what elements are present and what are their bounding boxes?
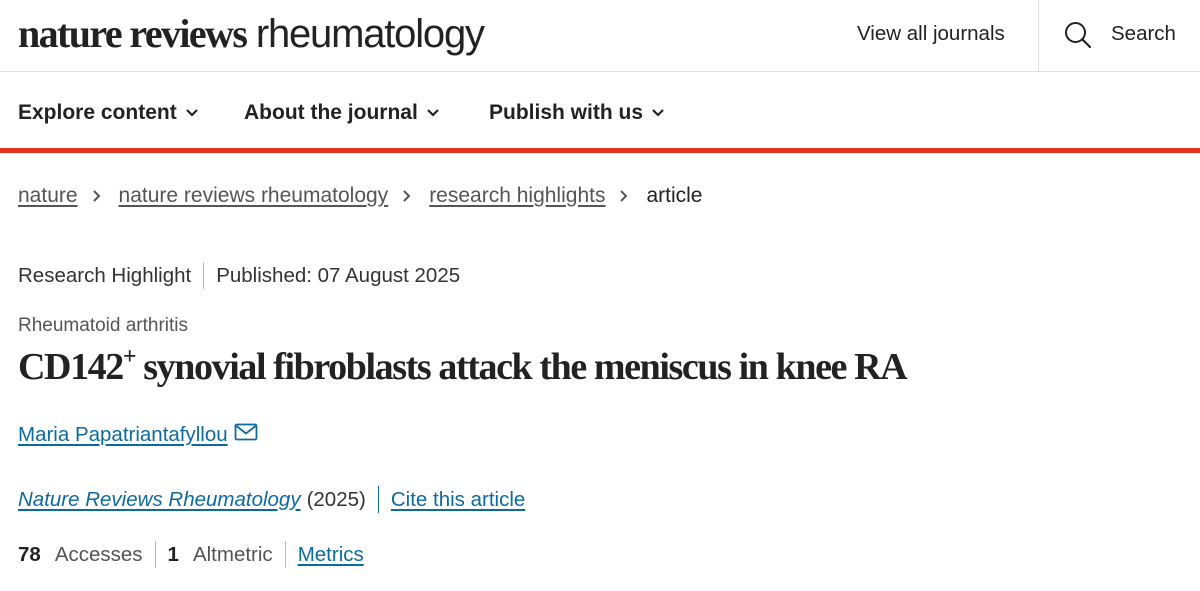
breadcrumb-current: article <box>646 184 703 207</box>
chevron-down-icon <box>652 109 664 117</box>
chevron-right-icon <box>620 190 628 202</box>
breadcrumb-research-highlights[interactable]: research highlights <box>429 184 605 208</box>
email-icon[interactable] <box>234 423 258 441</box>
search-icon <box>1065 22 1092 49</box>
menu-item-label: Explore content <box>18 101 177 124</box>
title-prefix: CD142 <box>18 346 124 388</box>
author-line: Maria Papatriantafyllou <box>18 423 258 447</box>
search-button[interactable]: Search <box>1038 0 1200 71</box>
publication-year: (2025) <box>306 487 366 511</box>
menu-item-label: About the journal <box>244 101 418 124</box>
author-link[interactable]: Maria Papatriantafyllou <box>18 423 228 447</box>
breadcrumb-journal[interactable]: nature reviews rheumatology <box>119 184 389 208</box>
accesses-count: 78 <box>18 542 41 566</box>
logo-light-text: rheumatology <box>255 12 485 56</box>
chevron-down-icon <box>185 109 198 117</box>
published-date: Published: 07 August 2025 <box>216 263 461 287</box>
article-type: Research Highlight <box>18 263 192 287</box>
article-meta: Research Highlight Published: 07 August … <box>18 262 460 289</box>
breadcrumb-nature[interactable]: nature <box>18 184 78 208</box>
article-title: CD142+ synovial fibroblasts attack the m… <box>18 342 908 392</box>
search-label: Search <box>1111 22 1176 45</box>
citation-line: Nature Reviews Rheumatology (2025) Cite … <box>18 486 525 513</box>
breadcrumb: nature nature reviews rheumatology resea… <box>18 184 702 208</box>
chevron-down-icon <box>427 109 439 117</box>
chevron-right-icon <box>92 190 100 202</box>
article-metrics: 78 Accesses 1 Altmetric Metrics <box>18 541 364 568</box>
menu-explore-content[interactable]: Explore content <box>18 101 199 125</box>
title-rest: synovial fibroblasts attack the meniscus… <box>135 346 907 388</box>
site-header: nature reviews rheumatology View all jou… <box>0 0 1200 72</box>
chevron-right-icon <box>403 190 411 202</box>
altmetric-count: 1 <box>167 542 179 566</box>
metrics-link[interactable]: Metrics <box>298 543 364 567</box>
divider <box>377 486 379 513</box>
menu-about-journal[interactable]: About the journal <box>244 101 440 125</box>
article-subject: Rheumatoid arthritis <box>18 315 189 336</box>
accesses-label: Accesses <box>54 542 143 566</box>
cite-article-link[interactable]: Cite this article <box>391 488 525 512</box>
menu-item-label: Publish with us <box>489 101 644 124</box>
altmetric-label: Altmetric <box>192 542 273 566</box>
logo-bold-text: nature reviews <box>18 11 248 56</box>
journal-logo[interactable]: nature reviews rheumatology <box>18 8 485 60</box>
divider <box>284 541 286 568</box>
title-superscript: + <box>122 344 137 370</box>
view-all-journals-link[interactable]: View all journals <box>857 22 1005 46</box>
menu-publish-with-us[interactable]: Publish with us <box>489 101 665 125</box>
journal-link[interactable]: Nature Reviews Rheumatology <box>18 488 301 512</box>
divider <box>154 541 156 568</box>
divider <box>203 262 205 289</box>
main-menu: Explore content About the journal Publis… <box>0 72 1200 153</box>
